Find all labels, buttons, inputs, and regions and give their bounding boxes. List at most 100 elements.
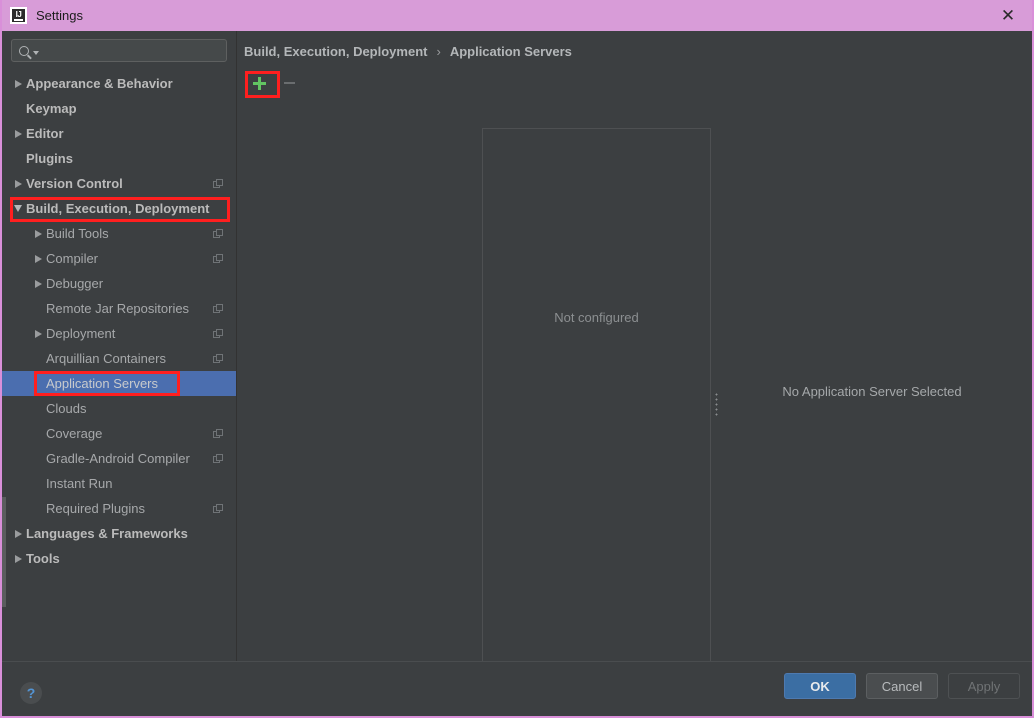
add-button[interactable]	[244, 71, 274, 95]
project-settings-icon-front	[216, 179, 223, 186]
sidebar-item-languages-frameworks[interactable]: Languages & Frameworks	[2, 521, 236, 546]
sidebar-item-keymap[interactable]: Keymap	[2, 96, 236, 121]
breadcrumb-current: Application Servers	[449, 44, 572, 59]
sidebar-item-label: Editor	[26, 126, 64, 141]
sidebar-item-appearance-behavior[interactable]: Appearance & Behavior	[2, 71, 236, 96]
sidebar-item-label: Compiler	[46, 251, 99, 266]
sidebar-item-build-execution-deployment[interactable]: Build, Execution, Deployment	[2, 196, 236, 221]
project-settings-icon-front	[216, 329, 223, 336]
sidebar-item-gradle-android-compiler[interactable]: Gradle-Android Compiler	[2, 446, 236, 471]
chevron-right-icon[interactable]	[10, 529, 26, 538]
project-settings-icon	[213, 329, 224, 339]
window-title: Settings	[36, 8, 83, 23]
breadcrumb-separator-icon: ›	[436, 44, 441, 59]
cancel-button[interactable]: Cancel	[866, 673, 938, 699]
project-settings-icon	[213, 354, 224, 364]
remove-button	[274, 71, 304, 95]
minus-icon	[283, 82, 295, 84]
intellij-idea-icon-text: IJ	[15, 9, 22, 19]
sidebar-item-label: Remote Jar Repositories	[46, 301, 190, 316]
dialog-button-row: OK Cancel Apply	[774, 673, 1020, 699]
chevron-right-icon[interactable]	[10, 129, 26, 138]
sidebar-item-label: Keymap	[26, 101, 77, 116]
sidebar-item-label: Languages & Frameworks	[26, 526, 188, 541]
chevron-down-icon[interactable]	[10, 205, 26, 212]
chevron-right-icon[interactable]	[10, 554, 26, 563]
chevron-down-glyph	[14, 205, 22, 212]
sidebar-item-build-tools[interactable]: Build Tools	[2, 221, 236, 246]
project-settings-icon-front	[216, 429, 223, 436]
chevron-right-glyph	[34, 229, 42, 238]
project-settings-icon-front	[216, 454, 223, 461]
sidebar-item-coverage[interactable]: Coverage	[2, 421, 236, 446]
server-detail-empty-text: No Application Server Selected	[782, 384, 962, 399]
close-icon[interactable]: ✕	[986, 0, 1030, 31]
sidebar-item-plugins[interactable]: Plugins	[2, 146, 236, 171]
sidebar-item-label: Coverage	[46, 426, 103, 441]
sidebar-item-instant-run[interactable]: Instant Run	[2, 471, 236, 496]
chevron-down-icon[interactable]	[33, 50, 39, 55]
settings-content: Build, Execution, Deployment › Applicati…	[238, 31, 1032, 681]
sidebar-item-label: Debugger	[46, 276, 104, 291]
intellij-idea-icon: IJ	[10, 7, 27, 24]
apply-button: Apply	[948, 673, 1020, 699]
sidebar-item-label: Instant Run	[46, 476, 113, 491]
sidebar-item-deployment[interactable]: Deployment	[2, 321, 236, 346]
server-list-empty-text: Not configured	[554, 310, 639, 325]
panel-splitter[interactable]	[712, 128, 720, 681]
sidebar-item-label: Gradle-Android Compiler	[46, 451, 190, 466]
ok-button[interactable]: OK	[784, 673, 856, 699]
settings-dialog: IJ Settings ✕ Appearance & Behavior Keyma…	[0, 0, 1034, 718]
breadcrumb: Build, Execution, Deployment › Applicati…	[244, 44, 572, 59]
project-settings-icon	[213, 229, 224, 239]
sidebar-item-label: Tools	[26, 551, 60, 566]
sidebar-item-label: Clouds	[46, 401, 87, 416]
chevron-right-glyph	[14, 179, 22, 188]
sidebar-item-tools[interactable]: Tools	[2, 546, 236, 571]
sidebar-item-label: Appearance & Behavior	[26, 76, 173, 91]
sidebar-item-editor[interactable]: Editor	[2, 121, 236, 146]
chevron-right-icon[interactable]	[10, 179, 26, 188]
sidebar-item-remote-jar-repositories[interactable]: Remote Jar Repositories	[2, 296, 236, 321]
sidebar-item-required-plugins[interactable]: Required Plugins	[2, 496, 236, 521]
chevron-right-icon[interactable]	[30, 254, 46, 263]
chevron-right-icon[interactable]	[10, 79, 26, 88]
chevron-right-glyph	[14, 129, 22, 138]
sidebar-item-label: Application Servers	[46, 376, 158, 391]
search-icon	[19, 45, 29, 56]
project-settings-icon-front	[216, 254, 223, 261]
chevron-right-icon[interactable]	[30, 229, 46, 238]
chevron-right-glyph	[14, 554, 22, 563]
project-settings-icon	[213, 504, 224, 514]
search-wrapper	[2, 31, 236, 62]
sidebar-item-application-servers[interactable]: Application Servers	[2, 371, 236, 396]
breadcrumb-parent[interactable]: Build, Execution, Deployment	[244, 44, 427, 59]
project-settings-icon	[213, 304, 224, 314]
sidebar-item-label: Build Tools	[46, 226, 109, 241]
sidebar-item-label: Plugins	[26, 151, 73, 166]
sidebar-item-clouds[interactable]: Clouds	[2, 396, 236, 421]
chevron-right-glyph	[14, 529, 22, 538]
chevron-right-icon[interactable]	[30, 279, 46, 288]
sidebar-item-debugger[interactable]: Debugger	[2, 271, 236, 296]
project-settings-icon	[213, 254, 224, 264]
sidebar-scrollbar[interactable]	[2, 497, 6, 607]
sidebar-item-label: Build, Execution, Deployment	[26, 201, 210, 216]
search-input[interactable]	[11, 39, 227, 62]
sidebar-item-version-control[interactable]: Version Control	[2, 171, 236, 196]
chevron-right-glyph	[34, 329, 42, 338]
chevron-right-glyph	[34, 254, 42, 263]
sidebar-item-label: Required Plugins	[46, 501, 146, 516]
project-settings-icon	[213, 454, 224, 464]
settings-sidebar: Appearance & Behavior Keymap Editor Plugins…	[2, 31, 237, 661]
sidebar-item-arquillian-containers[interactable]: Arquillian Containers	[2, 346, 236, 371]
chevron-right-icon[interactable]	[30, 329, 46, 338]
project-settings-icon-front	[216, 229, 223, 236]
project-settings-icon-front	[216, 504, 223, 511]
help-icon[interactable]: ?	[20, 682, 42, 704]
sidebar-item-label: Arquillian Containers	[46, 351, 166, 366]
project-settings-icon-front	[216, 304, 223, 311]
dialog-footer: ? OK Cancel Apply	[2, 661, 1032, 716]
sidebar-item-compiler[interactable]: Compiler	[2, 246, 236, 271]
server-list-panel[interactable]: Not configured	[482, 128, 711, 681]
